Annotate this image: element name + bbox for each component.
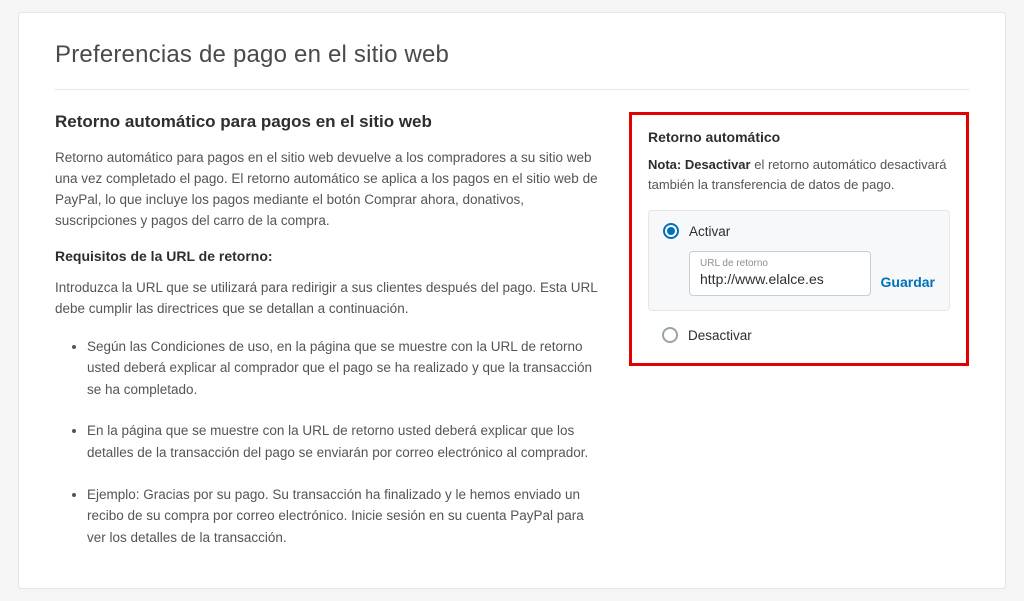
url-row: URL de retorno Guardar — [689, 251, 935, 296]
intro-text: Retorno automático para pagos en el siti… — [55, 148, 601, 232]
return-url-input[interactable] — [700, 271, 860, 287]
section-heading: Retorno automático para pagos en el siti… — [55, 112, 601, 132]
requirements-intro: Introduzca la URL que se utilizará para … — [55, 278, 601, 320]
list-item: Ejemplo: Gracias por su pago. Su transac… — [87, 484, 601, 549]
radio-row-activate[interactable]: Activar — [663, 223, 935, 239]
left-column: Retorno automático para pagos en el siti… — [55, 112, 601, 568]
columns: Retorno automático para pagos en el siti… — [55, 112, 969, 568]
panel-title: Retorno automático — [648, 129, 950, 145]
radio-activate-label: Activar — [689, 224, 730, 239]
return-url-field-wrapper[interactable]: URL de retorno — [689, 251, 871, 296]
radio-deactivate[interactable] — [662, 327, 678, 343]
panel-note: Nota: Desactivar el retorno automático d… — [648, 155, 950, 194]
right-column: Retorno automático Nota: Desactivar el r… — [629, 112, 969, 366]
note-label: Nota: Desactivar — [648, 157, 751, 172]
option-activate-block: Activar URL de retorno Guardar — [648, 210, 950, 311]
page-title: Preferencias de pago en el sitio web — [55, 41, 969, 90]
requirements-heading: Requisitos de la URL de retorno: — [55, 248, 601, 264]
return-url-label: URL de retorno — [700, 258, 860, 269]
radio-activate[interactable] — [663, 223, 679, 239]
list-item: En la página que se muestre con la URL d… — [87, 420, 601, 463]
list-item: Según las Condiciones de uso, en la pági… — [87, 336, 601, 401]
save-button[interactable]: Guardar — [881, 274, 935, 296]
settings-card: Preferencias de pago en el sitio web Ret… — [18, 12, 1006, 589]
radio-row-deactivate[interactable]: Desactivar — [648, 325, 950, 345]
auto-return-panel: Retorno automático Nota: Desactivar el r… — [629, 112, 969, 366]
requirements-list: Según las Condiciones de uso, en la pági… — [55, 336, 601, 549]
radio-deactivate-label: Desactivar — [688, 328, 752, 343]
